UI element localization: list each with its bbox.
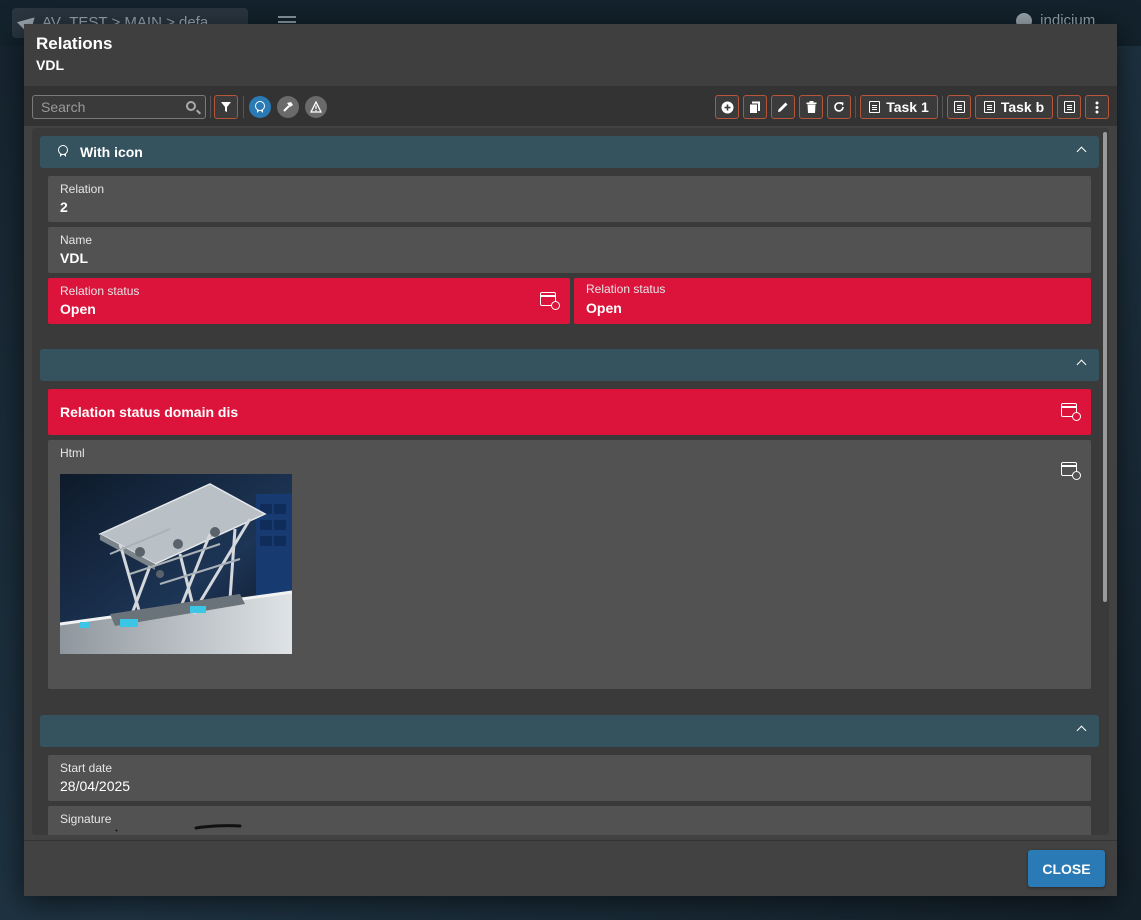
search-icon[interactable] [186, 101, 196, 111]
award-toggle-button[interactable] [249, 96, 271, 118]
kebab-menu-icon [1095, 101, 1099, 113]
signature-drawing [115, 824, 242, 832]
chevron-up-icon[interactable] [1076, 359, 1087, 370]
warning-icon [310, 101, 322, 113]
dialog-header: Relations VDL [24, 24, 1117, 86]
name-field[interactable]: Name VDL [48, 227, 1091, 273]
field-label: Name [60, 233, 93, 247]
toolbar-divider [855, 96, 856, 118]
toolbar: Task 1 Task b [24, 86, 1117, 126]
dialog-title: Relations [36, 34, 113, 53]
field-value: Open [586, 300, 622, 316]
task-b-button[interactable]: Task b [975, 95, 1053, 119]
pencil-icon [778, 102, 788, 112]
refresh-button[interactable] [827, 95, 851, 119]
start-date-field[interactable]: Start date 28/04/2025 [48, 755, 1091, 801]
field-value: VDL [60, 250, 88, 266]
toolbar-divider [942, 96, 943, 118]
task-b-label: Task b [1000, 99, 1045, 115]
chevron-up-icon[interactable] [1076, 725, 1087, 736]
chevron-up-icon[interactable] [1076, 146, 1087, 157]
dialog-subtitle: VDL [36, 57, 64, 73]
search-box [32, 95, 206, 119]
relation-status-field[interactable]: Relation status Open [48, 278, 570, 324]
field-value: Open [60, 301, 96, 317]
document-icon [983, 101, 995, 113]
document-icon [869, 101, 881, 113]
more-options-button[interactable] [1085, 95, 1109, 119]
lookup-icon[interactable] [540, 292, 560, 310]
field-value: 28/04/2025 [60, 778, 131, 794]
relation-status-domain-field[interactable]: Relation status domain dis [48, 389, 1091, 435]
field-label: Start date [60, 761, 113, 775]
document-icon [1063, 101, 1075, 113]
copy-icon [749, 101, 760, 114]
filter-button[interactable] [214, 95, 238, 119]
document-button-2[interactable] [1057, 95, 1081, 119]
machine-photo [60, 474, 292, 654]
field-value: 2 [60, 199, 68, 215]
hammer-icon [283, 102, 293, 112]
html-field: Html [48, 440, 1091, 689]
refresh-icon [834, 102, 844, 112]
machine-image [60, 474, 292, 654]
task-1-button[interactable]: Task 1 [860, 95, 938, 119]
toolbar-divider [243, 96, 244, 118]
filter-icon [221, 102, 231, 112]
scrollbar[interactable] [1101, 128, 1109, 835]
document-button[interactable] [947, 95, 971, 119]
field-label: Html [60, 446, 85, 460]
plus-circle-icon [721, 101, 733, 113]
warning-toggle-button[interactable] [305, 96, 327, 118]
toolbar-divider [210, 96, 211, 118]
document-icon [953, 101, 965, 113]
section-title: With icon [80, 144, 143, 160]
section-header-2[interactable] [40, 349, 1099, 381]
add-button[interactable] [715, 95, 739, 119]
lookup-icon[interactable] [1061, 403, 1081, 421]
field-label: Relation status domain dis [60, 404, 239, 420]
hammer-toggle-button[interactable] [277, 96, 299, 118]
edit-button[interactable] [771, 95, 795, 119]
signature-field[interactable]: Signature [48, 806, 1091, 835]
field-label: Relation status [60, 284, 140, 298]
award-icon [58, 145, 68, 158]
scrollbar-thumb[interactable] [1103, 132, 1107, 602]
copy-button[interactable] [743, 95, 767, 119]
relation-field[interactable]: Relation 2 [48, 176, 1091, 222]
search-input[interactable] [33, 96, 183, 118]
field-label: Relation status [586, 282, 666, 296]
lookup-icon[interactable] [1061, 462, 1081, 480]
section-header-with-icon[interactable]: With icon [40, 136, 1099, 168]
dialog-footer: CLOSE [24, 840, 1117, 896]
award-icon [255, 100, 265, 114]
relation-status-field-2[interactable]: Relation status Open [574, 278, 1091, 324]
field-label: Relation [60, 182, 105, 196]
section-header-3[interactable] [40, 715, 1099, 747]
close-button[interactable]: CLOSE [1028, 850, 1105, 887]
delete-button[interactable] [799, 95, 823, 119]
form-content: With icon Relation 2 Name VDL Relation s… [32, 128, 1109, 835]
trash-icon [806, 101, 816, 113]
field-label: Signature [60, 812, 112, 826]
task-1-label: Task 1 [886, 99, 929, 115]
relations-dialog: Relations VDL Search Task 1 Task b With … [24, 24, 1117, 896]
